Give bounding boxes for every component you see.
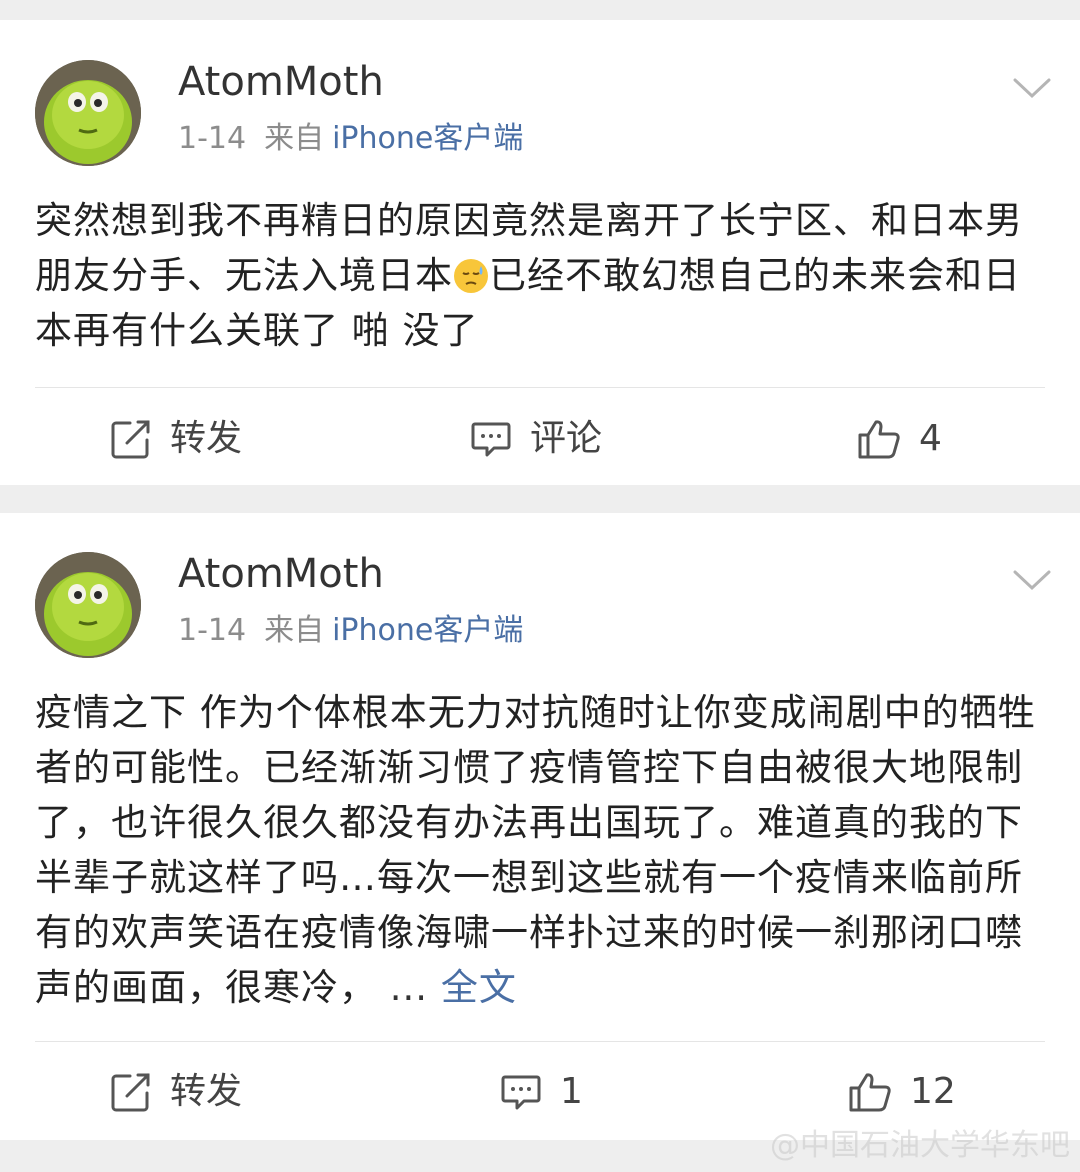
watermark: @中国石油大学华东吧	[770, 1128, 1070, 1163]
like-icon	[858, 420, 900, 459]
username[interactable]: AtomMoth	[178, 554, 384, 594]
comment-icon	[501, 1075, 541, 1110]
divider	[35, 387, 1045, 388]
like-icon	[849, 1073, 891, 1112]
sweat-emoji-icon	[454, 259, 488, 293]
source-link[interactable]: iPhone客户端	[332, 613, 523, 648]
chevron-down-icon[interactable]	[1012, 568, 1052, 592]
like-button[interactable]: 12	[848, 1071, 956, 1113]
repost-label: 转发	[170, 418, 243, 459]
post-card[interactable]: AtomMoth 1-14 来自 iPhone客户端 突然想到我不再精日的原因竟然是…	[0, 20, 1080, 485]
username[interactable]: AtomMoth	[178, 62, 384, 102]
from-label: 来自	[264, 613, 325, 648]
chevron-down-icon[interactable]	[1012, 76, 1052, 100]
divider	[35, 1041, 1045, 1042]
post-meta: 1-14 来自 iPhone客户端	[178, 616, 523, 646]
repost-label: 转发	[170, 1071, 243, 1112]
repost-icon	[111, 1073, 150, 1112]
source-link[interactable]: iPhone客户端	[332, 121, 523, 156]
full-text-link[interactable]: 全文	[441, 966, 517, 1009]
repost-button[interactable]: 转发	[110, 1071, 242, 1113]
post-text: 疫情之下 作为个体根本无力对抗随时让你变成闹剧中的牺牲者的可能性。已经渐渐习惯了…	[35, 685, 1045, 1015]
like-count: 12	[910, 1071, 956, 1112]
post-date: 1-14	[178, 121, 247, 156]
comment-label: 评论	[530, 418, 603, 459]
avatar[interactable]	[35, 552, 141, 658]
post-date: 1-14	[178, 613, 247, 648]
repost-button[interactable]: 转发	[110, 418, 242, 460]
post-meta: 1-14 来自 iPhone客户端	[178, 124, 523, 154]
like-count: 4	[919, 418, 942, 459]
post-text: 突然想到我不再精日的原因竟然是离开了长宁区、和日本男朋友分手、无法入境日本 已经…	[35, 193, 1045, 358]
like-button[interactable]: 4	[857, 418, 942, 460]
repost-icon	[111, 420, 150, 459]
post-text-part: 疫情之下 作为个体根本无力对抗随时让你变成闹剧中的牺牲者的可能性。已经渐渐习惯了…	[35, 691, 1036, 1009]
comment-count: 1	[560, 1071, 583, 1112]
comment-button[interactable]: 评论	[470, 418, 602, 460]
post-card[interactable]: AtomMoth 1-14 来自 iPhone客户端 疫情之下 作为个体根本无力对抗…	[0, 513, 1080, 1140]
avatar[interactable]	[35, 60, 141, 166]
comment-button[interactable]: 1	[500, 1071, 583, 1113]
comment-icon	[471, 422, 511, 457]
ellipsis: ...	[389, 966, 429, 1009]
from-label: 来自	[264, 121, 325, 156]
